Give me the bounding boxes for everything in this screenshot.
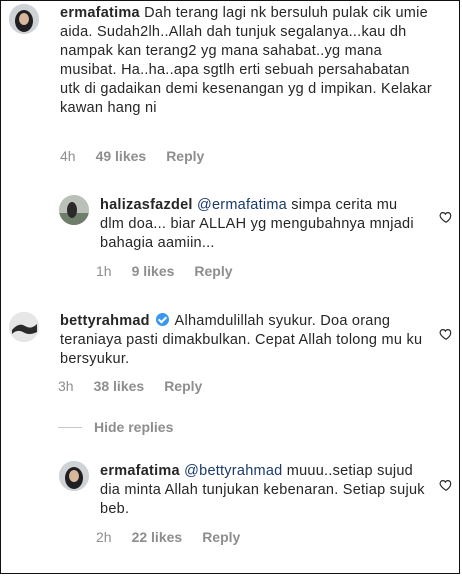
username[interactable]: ermafatima: [60, 5, 140, 21]
username[interactable]: ermafatima: [100, 463, 180, 479]
mention-link[interactable]: @bettyrahmad: [184, 463, 282, 479]
reply-button[interactable]: Reply: [164, 378, 202, 394]
reply-button[interactable]: Reply: [202, 529, 240, 545]
heart-icon[interactable]: [439, 327, 453, 341]
timestamp[interactable]: 1h: [96, 263, 112, 279]
comment-text: ermafatima @bettyrahmad muuu..setiap suj…: [100, 462, 426, 519]
comment-text: bettyrahmad Alhamdulillah syukur. Doa or…: [60, 312, 432, 369]
heart-icon[interactable]: [439, 210, 453, 224]
username[interactable]: halizasfazdel: [100, 197, 193, 213]
likes-count[interactable]: 38 likes: [94, 378, 145, 394]
avatar[interactable]: [59, 461, 89, 491]
verified-badge-icon: [156, 313, 170, 326]
mention-link[interactable]: @ermafatima: [197, 197, 287, 213]
avatar[interactable]: [9, 312, 39, 342]
likes-count[interactable]: 9 likes: [132, 263, 175, 279]
comment-text: ermafatima Dah terang lagi nk bersuluh p…: [60, 4, 432, 118]
divider: [58, 426, 82, 428]
reply-button[interactable]: Reply: [166, 148, 204, 164]
likes-count[interactable]: 49 likes: [96, 148, 147, 164]
comment-meta: 1h 9 likes Reply: [96, 263, 233, 279]
timestamp[interactable]: 3h: [58, 378, 74, 394]
timestamp[interactable]: 4h: [60, 148, 76, 164]
hide-replies-label: Hide replies: [94, 419, 174, 435]
comment-text: halizasfazdel @ermafatima simpa cerita m…: [100, 196, 420, 253]
comment-meta: 3h 38 likes Reply: [58, 378, 202, 394]
username[interactable]: bettyrahmad: [60, 313, 150, 329]
avatar[interactable]: [59, 195, 89, 225]
likes-count[interactable]: 22 likes: [132, 529, 183, 545]
comment-meta: 2h 22 likes Reply: [96, 529, 240, 545]
comment-body: Dah terang lagi nk bersuluh pulak cik um…: [60, 5, 432, 116]
hide-replies-toggle[interactable]: Hide replies: [58, 419, 173, 435]
heart-icon[interactable]: [439, 478, 453, 492]
timestamp[interactable]: 2h: [96, 529, 112, 545]
reply-button[interactable]: Reply: [194, 263, 232, 279]
comment-meta: 4h 49 likes Reply: [60, 148, 204, 164]
avatar[interactable]: [9, 4, 39, 34]
